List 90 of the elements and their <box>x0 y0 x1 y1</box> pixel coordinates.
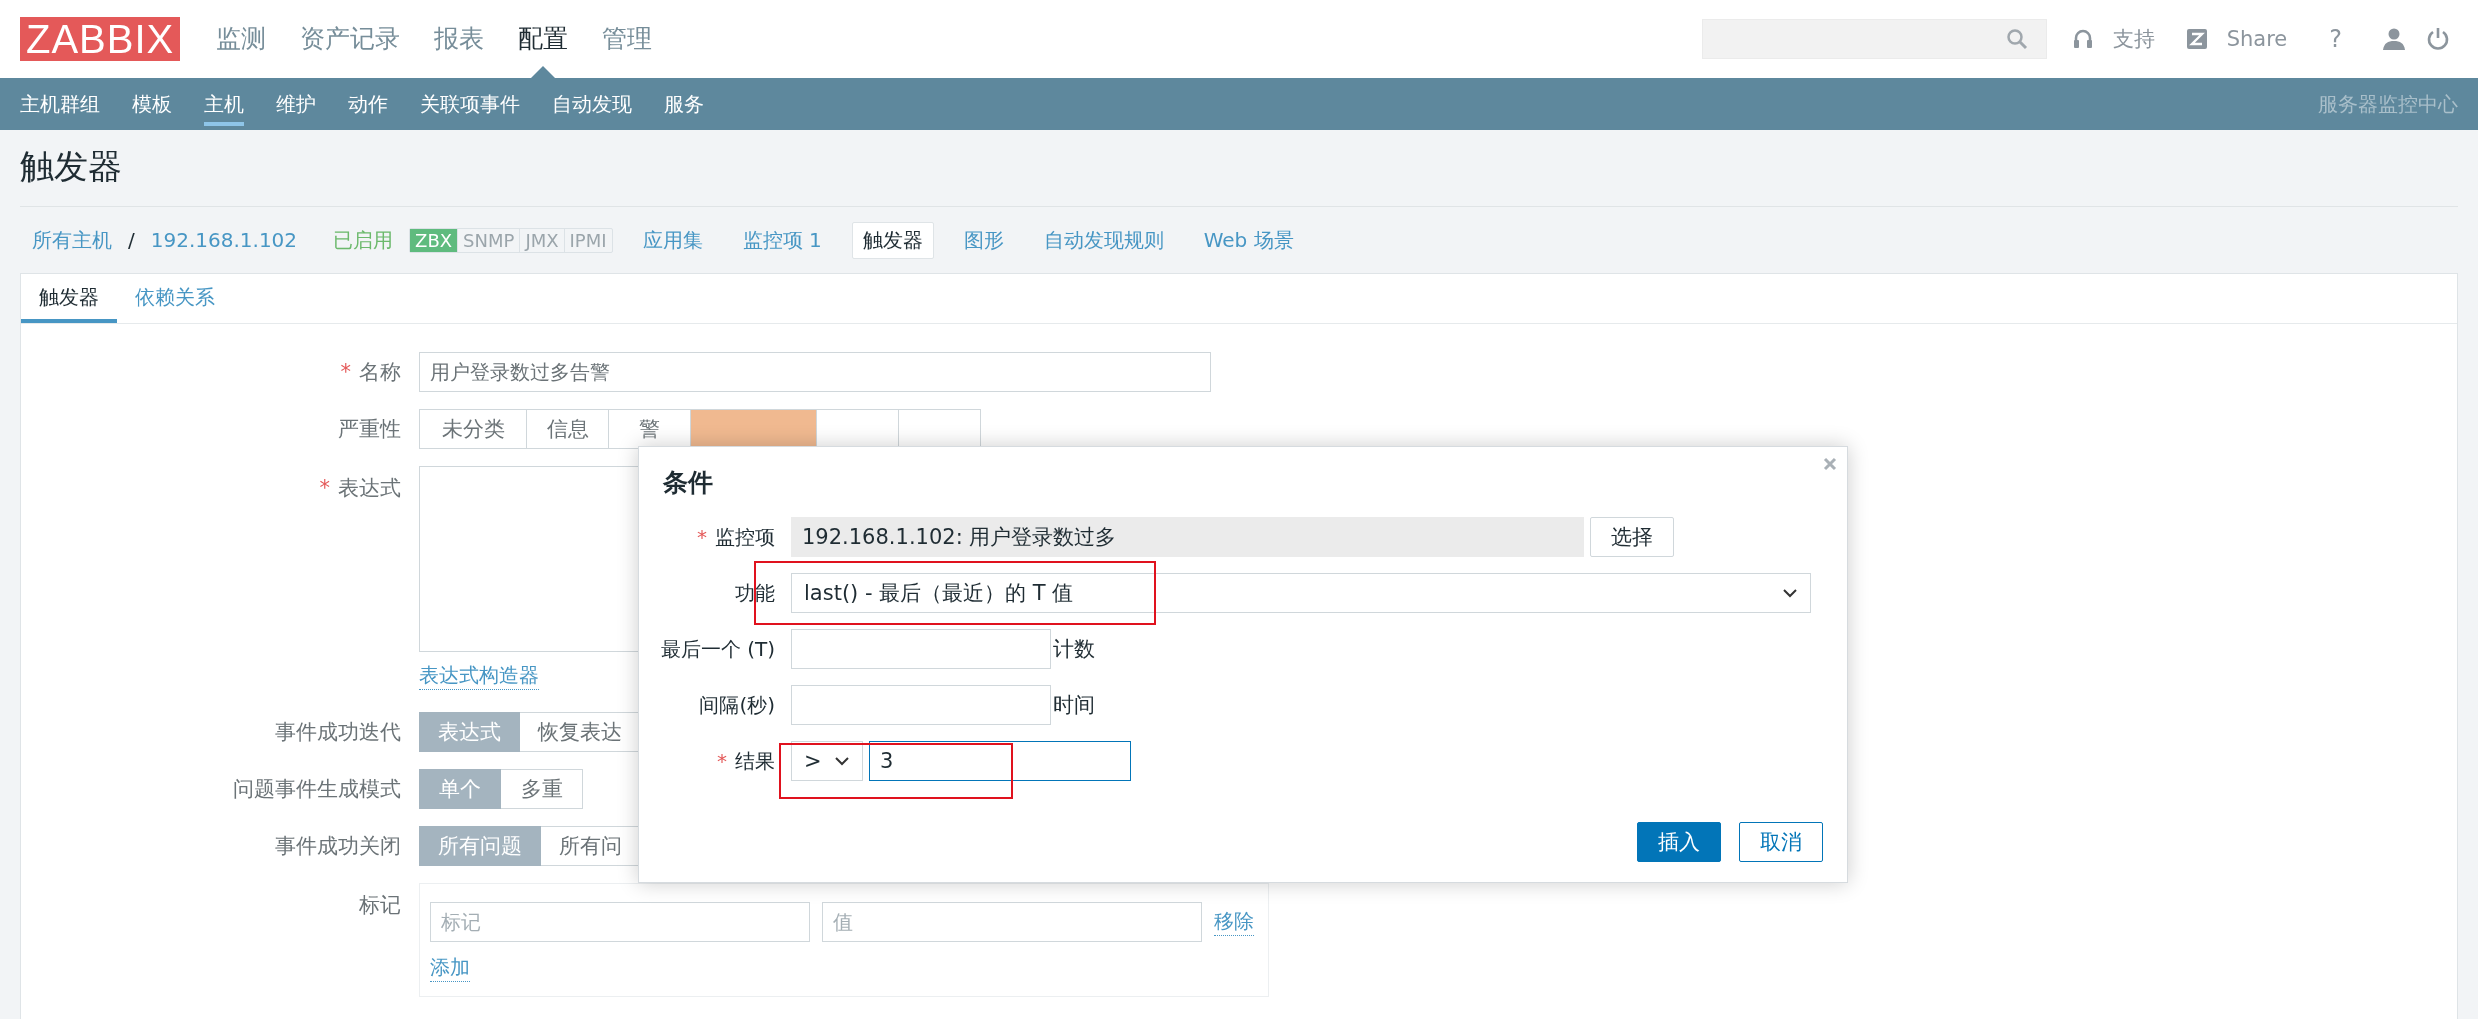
severity-option[interactable] <box>899 409 981 449</box>
field-label: 监控项 <box>715 524 775 549</box>
field-label: 问题事件生成模式 <box>233 777 401 801</box>
insert-button[interactable]: 插入 <box>1637 822 1721 862</box>
tab[interactable]: 触发器 <box>21 274 117 323</box>
dialog-title: 条件 <box>663 467 714 499</box>
headset-icon[interactable] <box>2072 28 2093 50</box>
submenu-item[interactable]: 自动发现 <box>552 78 632 130</box>
breadcrumb-link[interactable]: 所有主机 <box>32 226 112 254</box>
power-icon[interactable] <box>2426 27 2450 51</box>
menu-item[interactable]: 报表 <box>434 0 485 78</box>
host-nav-link[interactable]: 触发器 <box>851 221 934 259</box>
toggle-option[interactable]: 表达式 <box>419 712 520 752</box>
required-mark: * <box>340 360 351 384</box>
host-status: 已启用 <box>333 226 394 254</box>
field-label: 结果 <box>735 748 775 773</box>
submenu-item[interactable]: 维护 <box>276 78 316 130</box>
field-label: 事件成功迭代 <box>275 720 401 744</box>
chevron-down-icon <box>1782 588 1798 598</box>
function-select[interactable]: last() - 最后（最近）的 T 值 <box>791 573 1811 613</box>
toggle-option[interactable]: 单个 <box>419 769 501 809</box>
logo[interactable]: ZABBIX <box>20 17 181 61</box>
severity-option[interactable] <box>691 409 817 449</box>
submenu-item[interactable]: 关联项事件 <box>420 78 520 130</box>
field-label: 标记 <box>359 893 401 917</box>
menu-item[interactable]: 资产记录 <box>300 0 401 78</box>
unit-label: 时间 <box>1053 692 1095 719</box>
severity-option[interactable]: 信息 <box>527 409 609 449</box>
menu-item[interactable]: 配置 <box>518 0 569 78</box>
interval-field[interactable] <box>791 685 1051 725</box>
select-button[interactable]: 选择 <box>1590 517 1674 557</box>
tag-field[interactable]: 标记 <box>430 902 810 942</box>
submenu-item[interactable]: 主机 <box>204 78 244 130</box>
field-label: 功能 <box>735 580 775 605</box>
availability-badge: ZBX <box>410 228 458 252</box>
toggle-option[interactable]: 所有问题 <box>419 826 541 866</box>
required-mark: * <box>717 748 727 773</box>
field-label: 表达式 <box>338 476 401 500</box>
submenu-item[interactable]: 模板 <box>132 78 172 130</box>
field-label: 严重性 <box>338 417 401 441</box>
close-icon[interactable] <box>1823 457 1837 471</box>
host-nav-link[interactable]: 应用集 <box>632 222 713 258</box>
item-field[interactable]: 192.168.1.102: 用户登录数过多 <box>791 517 1584 557</box>
menu-item[interactable]: 监测 <box>216 0 267 78</box>
host-nav-link[interactable]: 监控项 1 <box>732 222 832 258</box>
severity-option[interactable]: 未分类 <box>419 409 527 449</box>
name-field[interactable]: 用户登录数过多告警 <box>419 352 1211 392</box>
menu-item[interactable]: 管理 <box>602 0 653 78</box>
required-mark: * <box>319 476 330 500</box>
value-field[interactable]: 值 <box>822 902 1202 942</box>
search-icon[interactable] <box>2005 28 2028 50</box>
server-name: 服务器监控中心 <box>2318 90 2458 118</box>
add-link[interactable]: 添加 <box>430 954 470 982</box>
host-nav-link[interactable]: 自动发现规则 <box>1033 222 1174 258</box>
operator-select[interactable]: > <box>791 741 863 781</box>
result-field[interactable]: 3 <box>869 741 1131 781</box>
chevron-down-icon <box>834 756 850 766</box>
tab[interactable]: 依赖关系 <box>117 274 233 323</box>
submenu-item[interactable]: 主机群组 <box>20 78 100 130</box>
share-link[interactable]: Share <box>2226 27 2288 51</box>
submenu-item[interactable]: 服务 <box>664 78 704 130</box>
cancel-button[interactable]: 取消 <box>1739 822 1823 862</box>
breadcrumb-link[interactable]: 192.168.1.102 <box>150 228 298 252</box>
share-logo-icon[interactable] <box>2186 29 2207 49</box>
breadcrumb-separator: / <box>128 228 135 252</box>
severity-option[interactable] <box>817 409 899 449</box>
toggle-option[interactable]: 多重 <box>501 769 583 809</box>
count-field[interactable] <box>791 629 1051 669</box>
page-title: 触发器 <box>20 130 2458 207</box>
field-label: 事件成功关闭 <box>275 834 401 858</box>
toggle-option[interactable]: 恢复表达 <box>520 712 641 752</box>
expression-builder-link[interactable]: 表达式构造器 <box>419 662 539 690</box>
search-field[interactable] <box>1701 19 2047 59</box>
unit-label: 计数 <box>1053 636 1095 663</box>
submenu-item[interactable]: 动作 <box>348 78 388 130</box>
field-label: 名称 <box>359 360 401 384</box>
host-nav-link[interactable]: Web 场景 <box>1193 222 1304 258</box>
availability-badge: SNMP <box>457 228 520 252</box>
field-label: 最后一个 (T) <box>660 636 775 661</box>
host-nav-link[interactable]: 图形 <box>953 222 1014 258</box>
toggle-option[interactable]: 所有问 <box>541 826 641 866</box>
severity-option[interactable]: 警 <box>609 409 691 449</box>
field-label: 间隔(秒) <box>699 692 775 717</box>
availability-badge: JMX <box>519 228 564 252</box>
remove-link[interactable]: 移除 <box>1214 908 1254 936</box>
help-link[interactable]: ? <box>2329 25 2342 53</box>
required-mark: * <box>697 524 707 549</box>
user-icon[interactable] <box>2382 27 2406 51</box>
availability-badge: IPMI <box>563 228 612 252</box>
support-link[interactable]: 支持 <box>2112 25 2155 53</box>
